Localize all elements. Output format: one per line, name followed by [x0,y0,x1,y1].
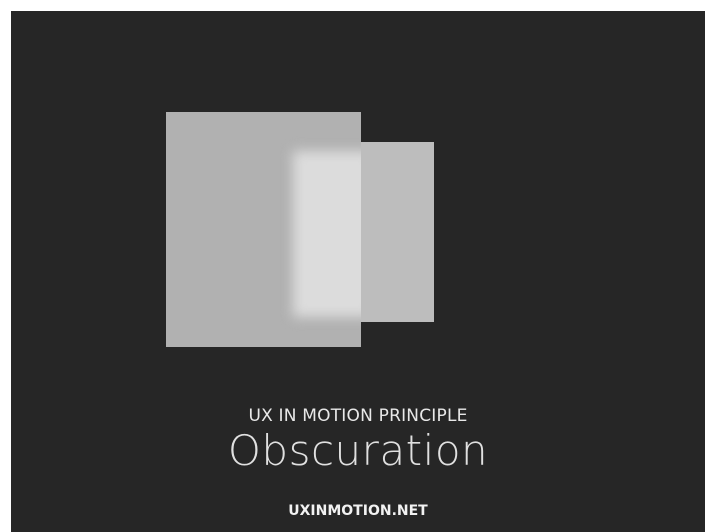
illustration-frame: UX IN MOTION PRINCIPLE Obscuration UXINM… [11,11,705,532]
principle-label: UX IN MOTION PRINCIPLE [248,406,468,426]
obscured-panel-blur [293,151,361,317]
site-url: UXINMOTION.NET [288,503,428,519]
frosted-foreground-panel [166,112,361,347]
principle-title: Obscuration [227,426,489,475]
